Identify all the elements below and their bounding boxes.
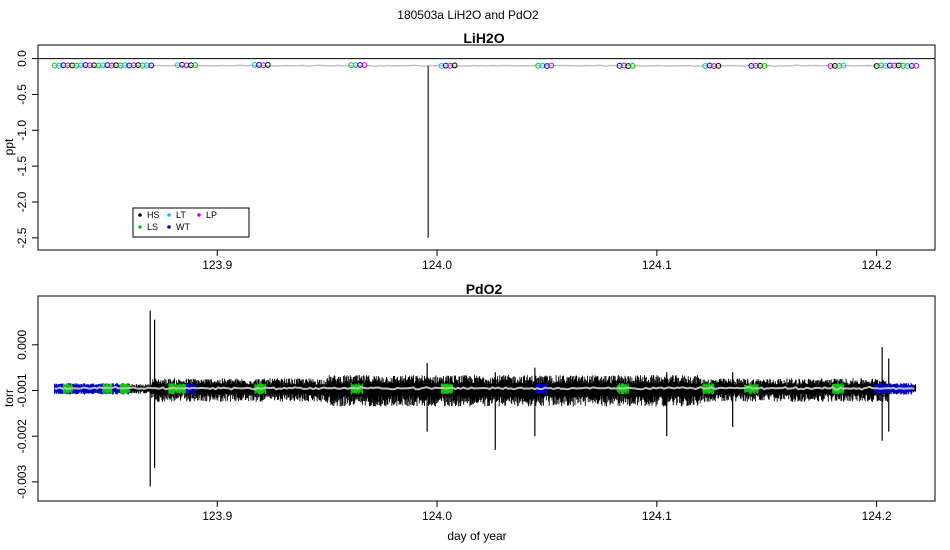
x-tick-label: 124.2 xyxy=(862,258,892,272)
figure-suptitle: 180503a LiH2O and PdO2 xyxy=(397,8,539,22)
legend-marker xyxy=(167,213,171,217)
legend-label: LT xyxy=(176,210,186,220)
x-tick-label: 124.2 xyxy=(862,509,892,523)
y-tick-label: -1.5 xyxy=(15,155,29,176)
y-tick-label: -2.5 xyxy=(15,227,29,248)
y-tick-label: -0.5 xyxy=(15,84,29,105)
y-axis: 0.000 -0.001 -0.002 -0.003 xyxy=(15,329,38,499)
y-tick-label: -0.001 xyxy=(15,373,29,407)
figure: 180503a LiH2O and PdO2 LiH2O 123.9 124.0 1… xyxy=(2,8,936,543)
y-tick-label: -0.002 xyxy=(15,419,29,453)
y-axis-label: ppt xyxy=(2,138,16,155)
legend-label: WT xyxy=(176,222,190,232)
y-tick-label: -0.003 xyxy=(15,465,29,499)
panel-lih2o: LiH2O 123.9 124.0 124.1 124.2 0.0 -0.5 -1.0 -1… xyxy=(2,30,936,272)
plot-area xyxy=(54,310,917,487)
panel-title: LiH2O xyxy=(463,30,504,46)
x-axis: 123.9 124.0 124.1 124.2 xyxy=(202,501,892,523)
y-tick-label: -2.0 xyxy=(15,191,29,212)
legend-label: HS xyxy=(147,210,160,220)
legend-marker xyxy=(197,213,201,217)
y-axis-label: torr xyxy=(2,389,16,407)
x-tick-label: 123.9 xyxy=(202,509,232,523)
legend-label: LS xyxy=(147,222,158,232)
legend-marker xyxy=(167,225,171,229)
legend: HS LT LP LS WT xyxy=(132,207,250,238)
y-tick-label: 0.000 xyxy=(15,329,29,359)
y-axis: 0.0 -0.5 -1.0 -1.5 -2.0 -2.5 xyxy=(15,50,38,248)
legend-label: LP xyxy=(206,210,217,220)
x-tick-label: 124.1 xyxy=(642,258,672,272)
legend-marker xyxy=(138,213,142,217)
x-tick-label: 123.9 xyxy=(202,258,232,272)
x-axis: 123.9 124.0 124.1 124.2 xyxy=(202,250,892,272)
panel-pdo2: PdO2 123.9 124.0 124.1 124.2 0.000 -0.001 -0.… xyxy=(2,281,936,543)
panel-title: PdO2 xyxy=(466,281,503,297)
x-axis-label: day of year xyxy=(447,529,506,543)
x-tick-label: 124.0 xyxy=(422,509,452,523)
legend-marker xyxy=(138,225,142,229)
x-tick-label: 124.1 xyxy=(642,509,672,523)
x-tick-label: 124.0 xyxy=(422,258,452,272)
y-tick-label: 0.0 xyxy=(15,50,29,67)
y-tick-label: -1.0 xyxy=(15,120,29,141)
